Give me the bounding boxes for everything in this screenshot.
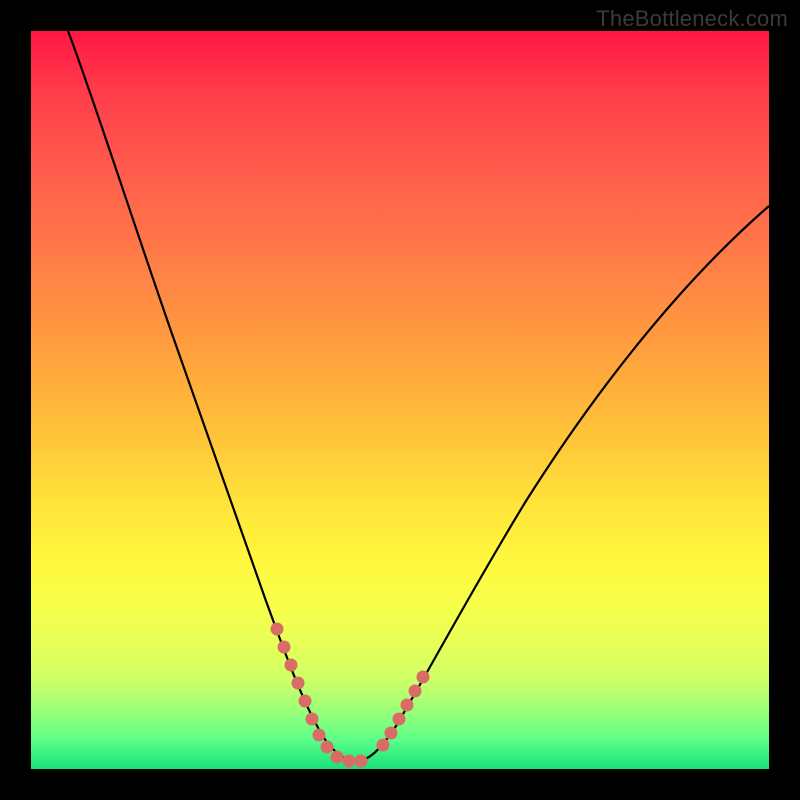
bottleneck-curve [68, 31, 769, 761]
chart-plot-area [31, 31, 769, 769]
chart-frame: TheBottleneck.com [0, 0, 800, 800]
chart-svg [31, 31, 769, 769]
highlight-markers [271, 623, 430, 768]
watermark-text: TheBottleneck.com [596, 6, 788, 32]
